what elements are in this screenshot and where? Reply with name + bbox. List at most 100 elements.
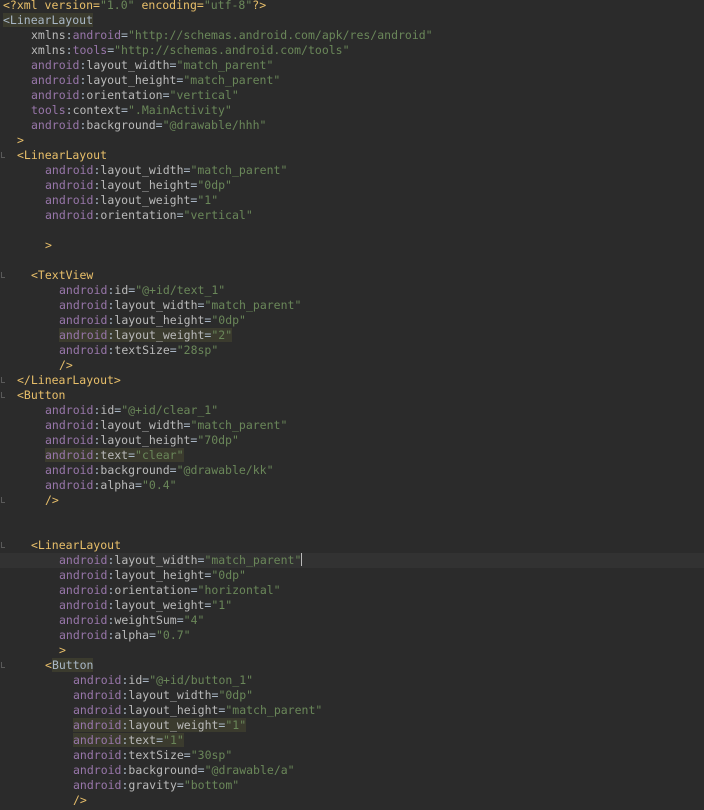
code-token: layout_height <box>114 313 205 327</box>
code-line[interactable]: xmlns:tools="http://schemas.android.com/… <box>0 43 704 58</box>
code-line[interactable]: tools:context=".MainActivity" <box>0 103 704 118</box>
code-line[interactable] <box>0 523 704 538</box>
code-line[interactable]: android:background="@drawable/kk" <box>0 463 704 478</box>
code-line[interactable]: android:layout_height="match_parent" <box>0 73 704 88</box>
code-token: = <box>162 88 170 102</box>
code-line[interactable]: android:layout_height="0dp" <box>0 568 704 583</box>
code-token: "match_parent" <box>204 553 302 567</box>
code-line[interactable]: <LinearLayout <box>0 148 704 163</box>
fold-marker-icon[interactable] <box>1 377 5 383</box>
code-token: = <box>156 733 164 747</box>
xml-code-editor[interactable]: <?xml version="1.0" encoding="utf-8"?> <L… <box>0 0 704 810</box>
fold-marker-icon[interactable] <box>1 542 5 548</box>
code-line[interactable]: > <box>0 643 704 658</box>
code-line[interactable]: > <box>0 133 704 148</box>
code-line[interactable]: <LinearLayout <box>0 538 704 553</box>
code-token: "28sp" <box>176 343 219 357</box>
code-line[interactable]: android:id="@+id/clear_1" <box>0 403 704 418</box>
code-token: android <box>59 598 108 612</box>
code-token: layout_height <box>128 703 219 717</box>
code-line[interactable]: android:textSize="30sp" <box>0 748 704 763</box>
code-line[interactable]: /> <box>0 793 704 808</box>
fold-marker-icon[interactable] <box>1 662 5 668</box>
code-line[interactable]: android:layout_height="0dp" <box>0 313 704 328</box>
code-line[interactable]: android:text="clear" <box>0 448 704 463</box>
code-token: gravity <box>128 778 177 792</box>
code-token: text <box>128 733 157 747</box>
code-line[interactable]: <Button <box>0 388 704 403</box>
code-line[interactable]: android:weightSum="4" <box>0 613 704 628</box>
code-token: android <box>72 28 122 42</box>
code-token: "vertical" <box>169 88 239 102</box>
code-token: "match_parent" <box>204 298 302 312</box>
code-text: android:layout_width="0dp" <box>73 688 253 703</box>
code-token: alpha <box>100 478 136 492</box>
code-line[interactable] <box>0 253 704 268</box>
code-line[interactable]: android:layout_weight="1" <box>0 598 704 613</box>
code-text: > <box>17 133 24 148</box>
code-token: layout_width <box>128 688 212 702</box>
code-text: <Button <box>17 388 65 403</box>
code-line[interactable]: android:layout_weight="2" <box>0 328 704 343</box>
code-text: android:layout_height="match_parent" <box>73 703 322 718</box>
code-text: android:layout_width="match_parent" <box>45 418 287 433</box>
code-line[interactable]: android:id="@+id/button_1" <box>0 673 704 688</box>
code-line[interactable]: android:text="1" <box>0 733 704 748</box>
code-line[interactable]: > <box>0 238 704 253</box>
code-line[interactable]: android:layout_weight="1" <box>0 718 704 733</box>
code-token: : <box>65 28 73 42</box>
code-text: <TextView <box>31 268 93 283</box>
code-line[interactable]: android:alpha="0.4" <box>0 478 704 493</box>
code-token: android <box>73 718 122 732</box>
code-line[interactable]: <Button <box>0 658 704 673</box>
code-token: "0.7" <box>155 628 191 642</box>
code-line[interactable]: android:layout_width="match_parent" <box>0 163 704 178</box>
code-token: android <box>31 73 80 87</box>
code-line[interactable]: android:layout_width="match_parent" <box>0 553 704 568</box>
code-line[interactable]: android:orientation="vertical" <box>0 88 704 103</box>
code-token: android <box>73 673 122 687</box>
code-line[interactable]: /> <box>0 358 704 373</box>
code-token: android <box>59 553 108 567</box>
code-line[interactable]: android:gravity="bottom" <box>0 778 704 793</box>
code-token: context <box>72 103 122 117</box>
code-line[interactable]: android:background="@drawable/hhh" <box>0 118 704 133</box>
code-line[interactable]: /> <box>0 493 704 508</box>
code-token: "4" <box>183 613 205 627</box>
code-line[interactable]: android:orientation="vertical" <box>0 208 704 223</box>
fold-marker-icon[interactable] <box>1 392 5 398</box>
code-line[interactable]: android:alpha="0.7" <box>0 628 704 643</box>
code-line[interactable]: <TextView <box>0 268 704 283</box>
fold-marker-icon[interactable] <box>1 152 5 158</box>
code-token: layout_width <box>114 298 198 312</box>
code-line[interactable]: xmlns:android="http://schemas.android.co… <box>0 28 704 43</box>
code-line[interactable]: android:layout_weight="1" <box>0 193 704 208</box>
code-token: "match_parent" <box>190 163 288 177</box>
code-line[interactable]: android:orientation="horizontal" <box>0 583 704 598</box>
code-token: "2" <box>211 328 233 342</box>
code-token: <LinearLayout <box>31 538 122 552</box>
code-token: tools <box>72 43 108 57</box>
code-token: <Button <box>17 388 66 402</box>
code-token: "match_parent" <box>176 58 274 72</box>
fold-marker-icon[interactable] <box>1 272 5 278</box>
code-text: > <box>59 643 66 658</box>
code-line[interactable]: android:layout_width="match_parent" <box>0 58 704 73</box>
code-line[interactable]: android:layout_height="match_parent" <box>0 703 704 718</box>
code-line[interactable]: android:layout_height="70dp" <box>0 433 704 448</box>
code-line[interactable]: android:layout_width="0dp" <box>0 688 704 703</box>
code-line[interactable]: <?xml version="1.0" encoding="utf-8"?> <box>0 0 704 13</box>
code-line[interactable]: android:layout_width="match_parent" <box>0 418 704 433</box>
code-line[interactable]: android:id="@+id/text_1" <box>0 283 704 298</box>
code-token: "30sp" <box>190 748 233 762</box>
code-line[interactable] <box>0 508 704 523</box>
code-line[interactable]: </LinearLayout> <box>0 373 704 388</box>
code-token: "0dp" <box>211 313 246 327</box>
code-line[interactable]: android:layout_width="match_parent" <box>0 298 704 313</box>
code-line[interactable]: android:background="@drawable/a" <box>0 763 704 778</box>
code-line[interactable]: <LinearLayout <box>0 13 704 28</box>
code-line[interactable]: android:layout_height="0dp" <box>0 178 704 193</box>
fold-marker-icon[interactable] <box>1 497 5 503</box>
code-line[interactable]: android:textSize="28sp" <box>0 343 704 358</box>
code-line[interactable] <box>0 223 704 238</box>
